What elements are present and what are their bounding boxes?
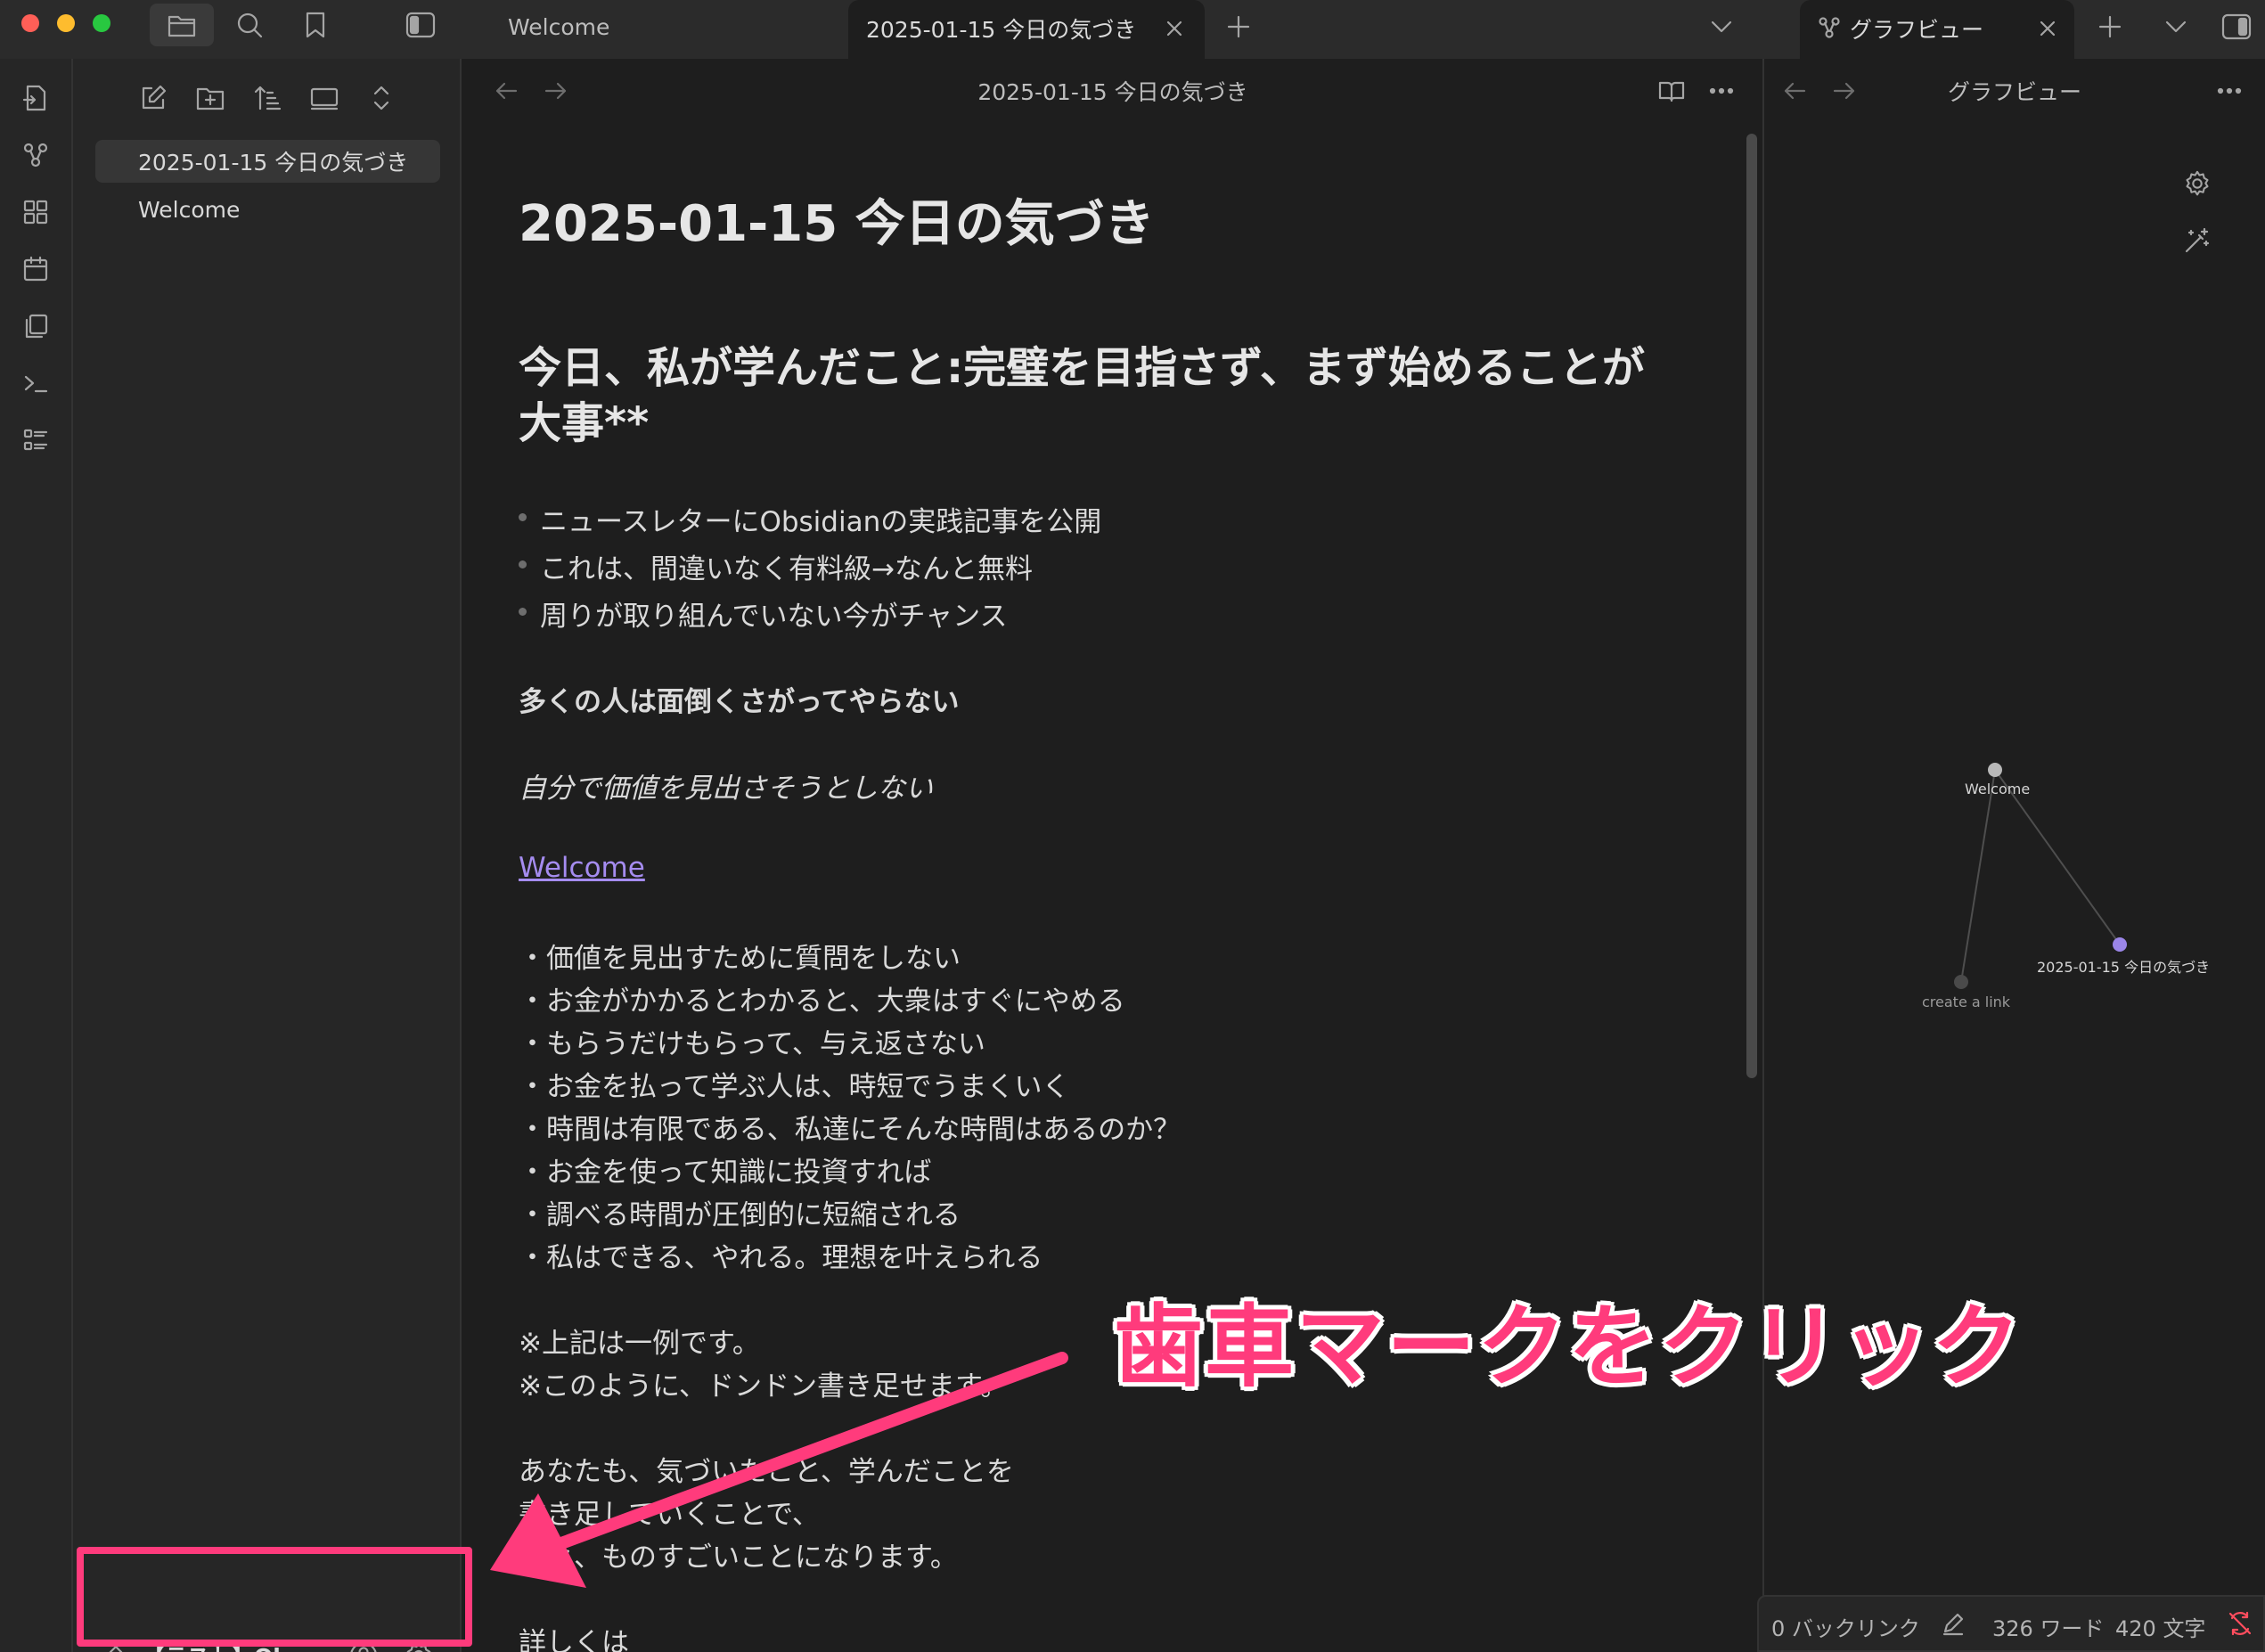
graph-view-icon[interactable] [14, 134, 57, 176]
graph-node-welcome[interactable] [1988, 763, 2002, 777]
bookmark-icon[interactable] [294, 4, 337, 46]
text-line: ・調べる時間が圧倒的に短縮される [519, 1199, 961, 1231]
graph-icon [1816, 12, 1843, 43]
close-window-button[interactable] [21, 14, 39, 32]
tab-graph-view[interactable]: グラフビュー [1800, 0, 2074, 59]
close-tab-icon[interactable] [2032, 12, 2064, 45]
sync-off-icon[interactable] [2224, 1607, 2256, 1640]
quick-switcher-icon[interactable] [14, 77, 57, 119]
graph-node-label: create a link [1922, 994, 2011, 1010]
edit-mode-icon[interactable] [1937, 1607, 1969, 1640]
graph-edge [1960, 769, 1996, 983]
text-line: 詳しくは [519, 1627, 629, 1652]
character-count: 420 文字 [2115, 1616, 2206, 1641]
word-count: 326 ワード [1992, 1616, 2105, 1641]
search-icon[interactable] [228, 4, 271, 46]
new-tab-icon[interactable] [2090, 9, 2130, 45]
highlight-box [77, 1547, 472, 1647]
outline-list-icon[interactable] [14, 419, 57, 462]
minimize-window-button[interactable] [57, 14, 75, 32]
italic-paragraph: 自分で価値を見出さそうとしない [519, 773, 933, 805]
graph-node-unresolved[interactable] [1954, 975, 1968, 989]
new-tab-icon[interactable] [1219, 9, 1258, 45]
folder-icon[interactable] [150, 4, 214, 46]
reading-view-icon[interactable] [1652, 73, 1691, 109]
list-item: 周りが取り組んでいない今がチャンス [519, 593, 1008, 634]
ribbon [0, 59, 73, 1652]
tab-active-note[interactable]: 2025-01-15 今日の気づき [848, 0, 1205, 59]
tab-label: グラフビュー [1850, 17, 1984, 43]
note-title-heading: 2025-01-15 今日の気づき [519, 195, 1155, 253]
bullet-icon [519, 560, 527, 568]
chevron-down-icon[interactable] [1702, 9, 1741, 45]
file-item-active[interactable]: 2025-01-15 今日の気づき [95, 140, 440, 183]
chevron-down-icon[interactable] [2156, 9, 2195, 45]
calendar-icon[interactable] [14, 248, 57, 290]
graph-node-label: 2025-01-15 今日の気づき [2037, 959, 2211, 976]
tab-label: 2025-01-15 今日の気づき [866, 17, 1137, 43]
text-line: ・お金がかかるとわかると、大衆はすぐにやめる [519, 985, 1125, 1018]
command-palette-icon[interactable] [14, 362, 57, 405]
annotation-callout: 歯車マークをクリック [1114, 1295, 2023, 1399]
tab-welcome[interactable]: Welcome [508, 14, 609, 40]
text-line: ・価値を見出すために質問をしない [519, 943, 961, 975]
internal-link[interactable]: Welcome [519, 852, 645, 884]
text-line: ・時間は有限である、私達にそんな時間はあるのか？ [519, 1114, 1182, 1146]
sidebar-toggle-icon[interactable] [399, 4, 442, 46]
title-bar: Welcome 2025-01-15 今日の気づき グラフビュー [0, 0, 2265, 59]
text-line: ・私はできる、やれる。理想を叶えられる [519, 1242, 1043, 1274]
list-item: ニュースレターにObsidianの実践記事を公開 [519, 499, 1101, 539]
text-line: ・もらうだけもらって、与え返さない [519, 1028, 985, 1060]
graph-view-pane[interactable]: グラフビュー Welcome 2025-01-15 今日の気づき create … [1764, 59, 2265, 1652]
close-tab-icon[interactable] [1158, 12, 1190, 45]
bullet-icon [519, 608, 527, 616]
more-options-icon[interactable] [1702, 73, 1741, 109]
right-sidebar-toggle-icon[interactable] [2215, 5, 2258, 48]
sort-icon[interactable] [246, 77, 289, 119]
new-note-icon[interactable] [132, 77, 175, 119]
new-folder-icon[interactable] [189, 77, 232, 119]
status-bar: 0 バックリンク 326 ワード 420 文字 [1757, 1595, 2265, 1652]
backlinks-count[interactable]: 0 バックリンク [1771, 1611, 1920, 1642]
graph-node-label: Welcome [1965, 781, 2031, 797]
canvas-icon[interactable] [14, 191, 57, 233]
file-item[interactable]: Welcome [95, 188, 440, 231]
graph-canvas[interactable] [1764, 59, 2265, 1652]
editor-scrollbar[interactable] [1746, 134, 1757, 1078]
templates-icon[interactable] [14, 305, 57, 348]
bold-paragraph: 多くの人は面倒くさがってやらない [519, 686, 960, 718]
text-line: ・お金を使って知識に投資すれば [519, 1157, 932, 1189]
file-explorer: 2025-01-15 今日の気づき Welcome 【テスト】Ob... [73, 59, 462, 1652]
maximize-window-button[interactable] [93, 14, 110, 32]
expand-collapse-icon[interactable] [360, 77, 403, 119]
graph-node-active-note[interactable] [2113, 937, 2127, 952]
bullet-icon [519, 513, 527, 521]
list-item: これは、間違いなく有料級→なんと無料 [519, 546, 1033, 586]
note-header-title[interactable]: 2025-01-15 今日の気づき [462, 75, 1764, 107]
collapse-view-icon[interactable] [303, 77, 346, 119]
section-heading: 今日、私が学んだこと:完璧を目指さず、まず始めることが大事** [519, 343, 1645, 448]
text-line: ・お金を払って学ぶ人は、時短でうまくいく [519, 1071, 1070, 1103]
annotation-arrow [490, 1352, 1068, 1588]
